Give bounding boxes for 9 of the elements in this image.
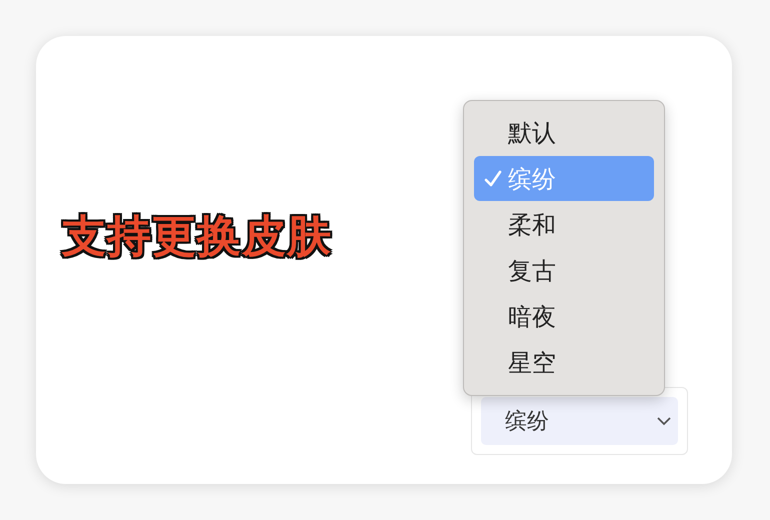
skin-select[interactable]: 缤纷 — [481, 397, 678, 445]
headline: 支持更换皮肤 — [62, 210, 333, 264]
check-icon — [484, 170, 502, 188]
menu-option[interactable]: 复古 — [474, 248, 654, 293]
chevron-icon — [656, 416, 672, 426]
menu-option[interactable]: 暗夜 — [474, 294, 654, 339]
menu-option[interactable]: 柔和 — [474, 202, 654, 247]
menu-option[interactable]: 默认 — [474, 110, 654, 155]
menu-option[interactable]: 星空 — [474, 340, 654, 385]
